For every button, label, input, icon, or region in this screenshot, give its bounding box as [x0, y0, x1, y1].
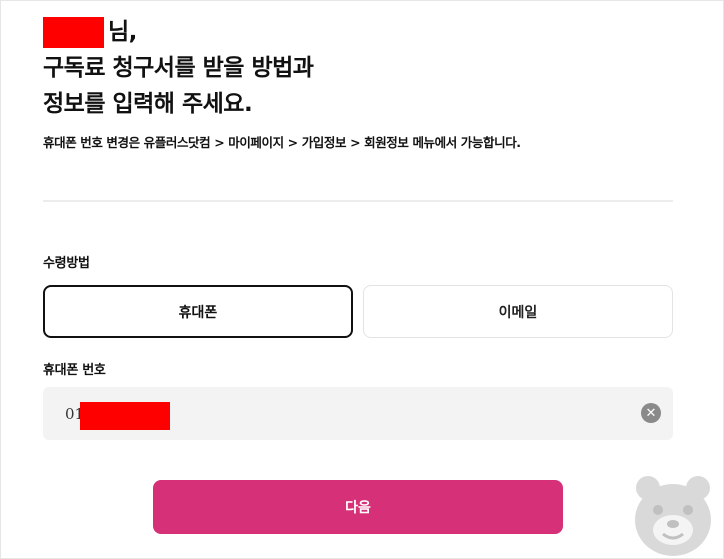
clear-circle-icon[interactable]: ✕ — [641, 403, 661, 423]
greeting-name-line: 님, — [43, 14, 313, 50]
receive-method-label: 수령방법 — [43, 256, 90, 271]
next-button[interactable]: 다음 — [153, 480, 563, 534]
section-divider — [43, 200, 673, 202]
greeting-line-2: 구독료 청구서를 받을 방법과 — [43, 55, 314, 81]
header-section: 님, 구독료 청구서를 받을 방법과 정보를 입력해 주세요. 휴대폰 번호 변… — [0, 0, 724, 202]
greeting-line-3: 정보를 입력해 주세요. — [43, 91, 253, 117]
page-title: 님, 구독료 청구서를 받을 방법과 정보를 입력해 주세요. — [43, 14, 314, 122]
bear-mascot-icon — [635, 476, 711, 556]
method-option-email[interactable]: 이메일 — [363, 285, 673, 338]
phone-number-label: 휴대폰 번호 — [43, 363, 106, 378]
redacted-name — [43, 16, 104, 48]
phone-change-notice: 휴대폰 번호 변경은 유플러스닷컴 > 마이페이지 > 가입정보 > 회원정보 … — [43, 135, 521, 150]
redacted-phone-number — [80, 402, 170, 430]
name-suffix: 님, — [108, 19, 137, 45]
method-option-phone[interactable]: 휴대폰 — [43, 285, 353, 338]
